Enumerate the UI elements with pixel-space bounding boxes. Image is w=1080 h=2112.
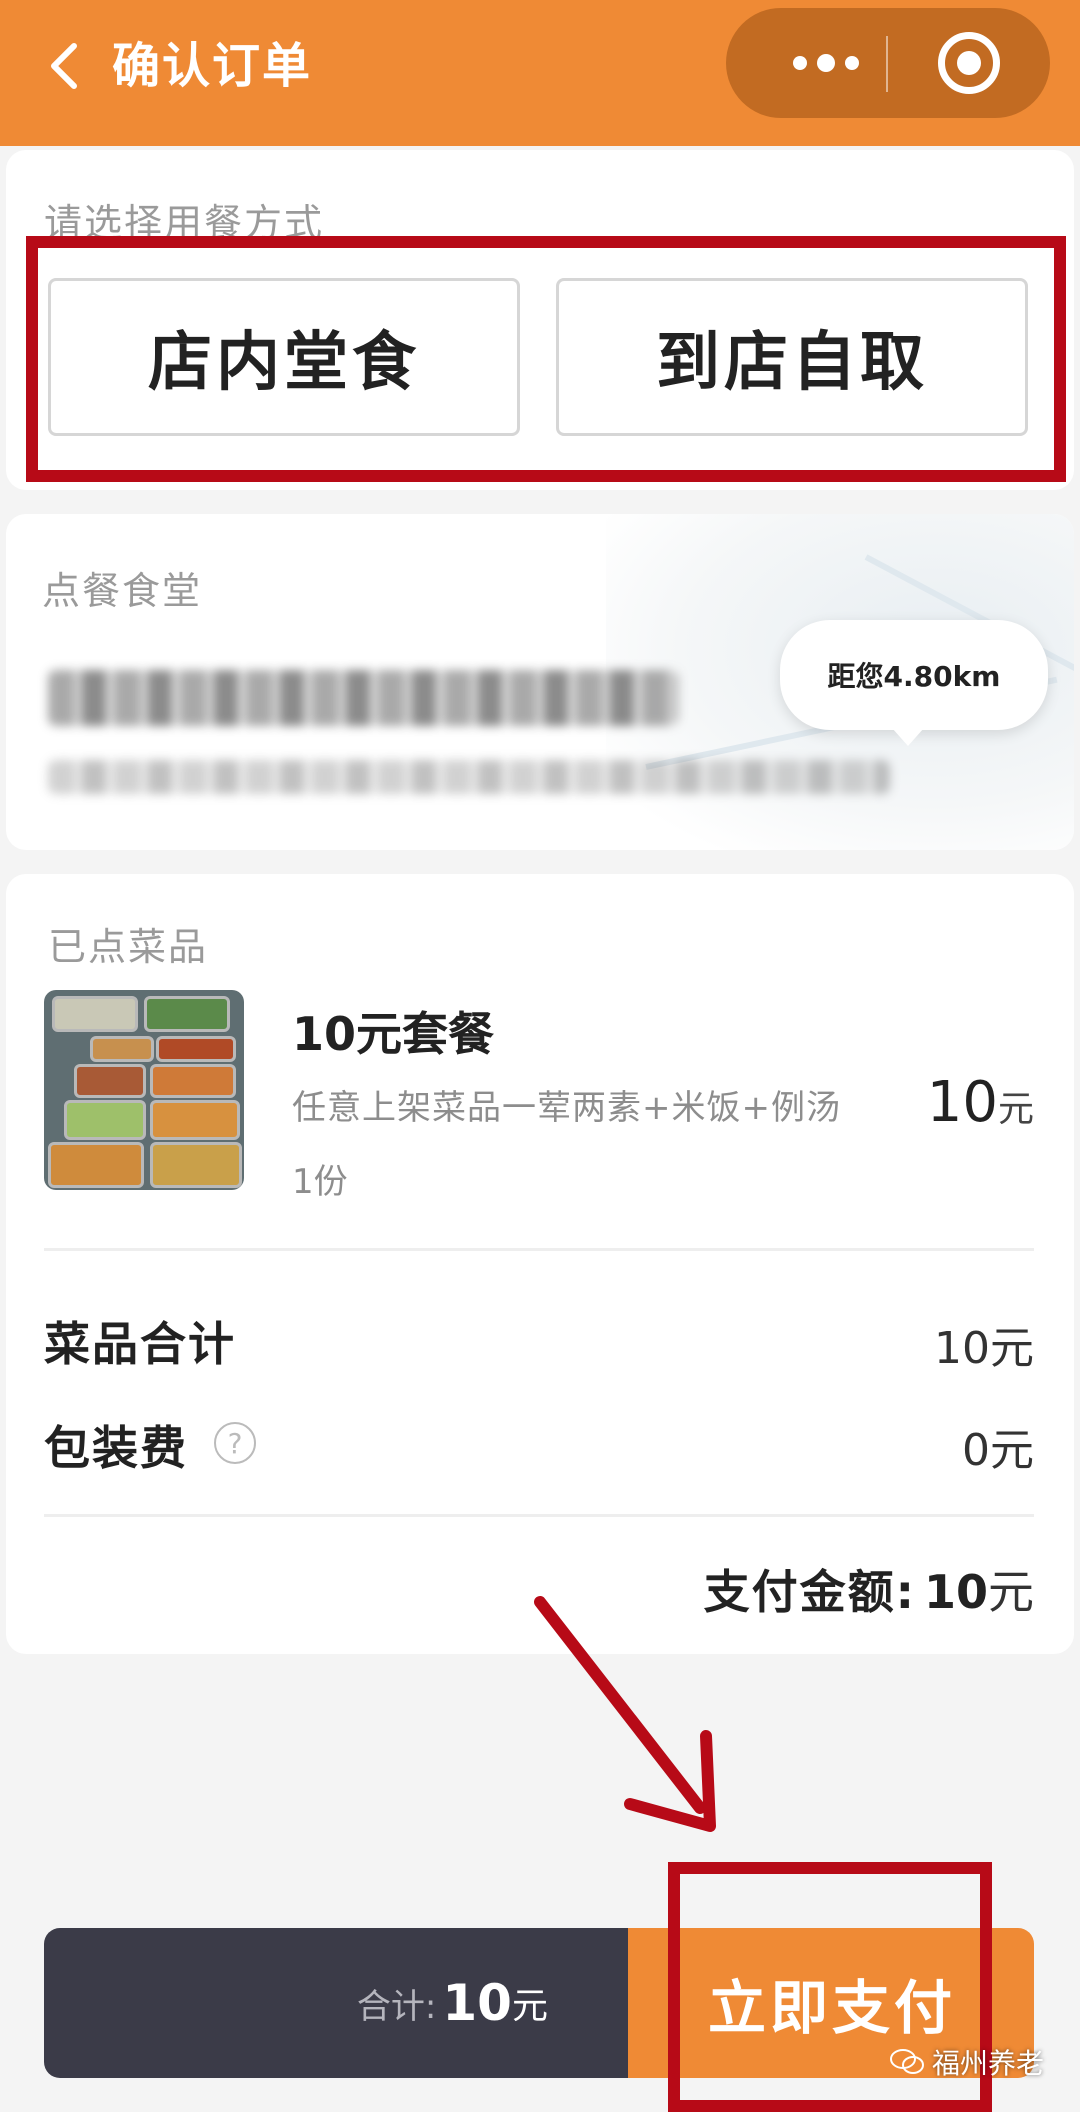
total-unit: 元 — [511, 1986, 548, 2027]
nav-bar: 确认订单 — [0, 0, 1080, 146]
dining-method-label: 请选择用餐方式 — [44, 201, 325, 245]
payment-amount: 支付金额: 10元 — [704, 1556, 1034, 1622]
watermark-text: 福州养老 — [932, 2047, 1045, 2080]
annotation-arrow-icon — [534, 1596, 716, 1832]
dish-price: 10元 — [927, 1070, 1034, 1135]
dish-price-unit: 元 — [997, 1089, 1034, 1130]
canteen-name-blurred — [48, 670, 678, 726]
watermark: 福州养老 — [890, 2042, 1044, 2082]
close-target-icon[interactable] — [938, 32, 1000, 94]
capsule-divider — [886, 36, 888, 92]
help-question-icon[interactable]: ? — [214, 1422, 256, 1464]
subtotal-label: 菜品合计 — [44, 1317, 236, 1371]
total-summary: 合计: 10 元 — [44, 1928, 628, 2078]
dish-description: 任意上架菜品一荤两素+米饭+例汤 — [292, 1088, 841, 1128]
canteen-address-blurred — [48, 760, 890, 794]
subtotal-value: 10元 — [934, 1323, 1034, 1374]
payment-amount-unit: 元 — [988, 1565, 1034, 1619]
canteen-card[interactable]: 点餐食堂 距您4.80km — [6, 514, 1074, 850]
checkout-bar: 合计: 10 元 立即支付 — [44, 1928, 1034, 2078]
payment-amount-number: 10 — [923, 1565, 988, 1619]
packing-fee-label: 包装费 — [44, 1421, 188, 1475]
canteen-label: 点餐食堂 — [42, 569, 203, 613]
dish-price-number: 10 — [926, 1070, 998, 1135]
wechat-logo-icon — [890, 2049, 924, 2074]
divider — [44, 1248, 1034, 1251]
distance-bubble: 距您4.80km — [780, 620, 1048, 746]
total-number: 10 — [442, 1974, 512, 2032]
pickup-button[interactable]: 到店自取 — [556, 278, 1028, 436]
page-title: 确认订单 — [112, 38, 313, 94]
total-label: 合计: — [356, 1986, 437, 2027]
dish-quantity: 1份 — [292, 1162, 348, 1202]
miniprogram-capsule — [726, 8, 1050, 118]
dine-in-button[interactable]: 店内堂食 — [48, 278, 520, 436]
more-dots-icon[interactable] — [766, 8, 886, 118]
order-card: 已点菜品 10元套餐 任意上架菜品一荤两素+米饭+例汤 1份 10元 菜品合计 … — [6, 874, 1074, 1654]
dish-name: 10元套餐 — [292, 1007, 495, 1061]
divider — [44, 1514, 1034, 1517]
ordered-items-label: 已点菜品 — [48, 925, 209, 969]
packing-fee-value: 0元 — [962, 1425, 1034, 1476]
dish-photo — [44, 990, 244, 1190]
back-arrow-icon[interactable] — [40, 36, 90, 96]
